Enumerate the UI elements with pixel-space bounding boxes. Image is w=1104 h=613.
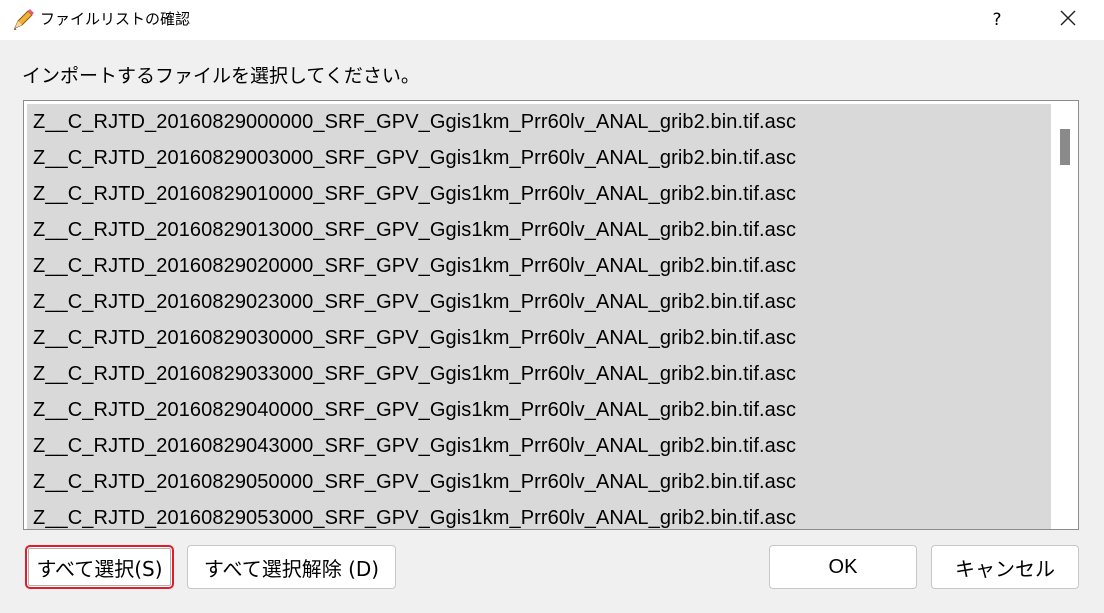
select-all-button[interactable]: すべて選択(S)	[25, 545, 174, 589]
list-item[interactable]: Z__C_RJTD_20160829040000_SRF_GPV_Ggis1km…	[27, 392, 1051, 428]
vertical-scrollbar[interactable]	[1053, 101, 1078, 529]
list-item[interactable]: Z__C_RJTD_20160829050000_SRF_GPV_Ggis1km…	[27, 464, 1051, 500]
list-item[interactable]: Z__C_RJTD_20160829053000_SRF_GPV_Ggis1km…	[27, 500, 1051, 529]
list-item[interactable]: Z__C_RJTD_20160829043000_SRF_GPV_Ggis1km…	[27, 428, 1051, 464]
list-item[interactable]: Z__C_RJTD_20160829013000_SRF_GPV_Ggis1km…	[27, 212, 1051, 248]
list-item[interactable]: Z__C_RJTD_20160829023000_SRF_GPV_Ggis1km…	[27, 284, 1051, 320]
list-item[interactable]: Z__C_RJTD_20160829000000_SRF_GPV_Ggis1km…	[27, 104, 1051, 140]
ok-button[interactable]: OK	[769, 545, 917, 589]
window-title: ファイルリストの確認	[40, 10, 191, 28]
file-list[interactable]: Z__C_RJTD_20160829000000_SRF_GPV_Ggis1km…	[23, 100, 1079, 530]
list-item[interactable]: Z__C_RJTD_20160829030000_SRF_GPV_Ggis1km…	[27, 320, 1051, 356]
close-icon	[1059, 9, 1077, 31]
list-item[interactable]: Z__C_RJTD_20160829033000_SRF_GPV_Ggis1km…	[27, 356, 1051, 392]
list-item[interactable]: Z__C_RJTD_20160829020000_SRF_GPV_Ggis1km…	[27, 248, 1051, 284]
title-bar: ファイルリストの確認 ?	[0, 0, 1104, 40]
cancel-button[interactable]: キャンセル	[931, 545, 1079, 589]
instruction-label: インポートするファイルを選択してください。	[22, 65, 420, 87]
help-button[interactable]: ?	[972, 0, 1022, 40]
close-button[interactable]	[1040, 0, 1096, 40]
list-item[interactable]: Z__C_RJTD_20160829003000_SRF_GPV_Ggis1km…	[27, 140, 1051, 176]
pencil-icon	[10, 7, 36, 33]
file-list-items: Z__C_RJTD_20160829000000_SRF_GPV_Ggis1km…	[27, 104, 1051, 529]
list-item[interactable]: Z__C_RJTD_20160829010000_SRF_GPV_Ggis1km…	[27, 176, 1051, 212]
deselect-all-button[interactable]: すべて選択解除 (D)	[187, 545, 396, 589]
scrollbar-thumb[interactable]	[1060, 129, 1070, 165]
